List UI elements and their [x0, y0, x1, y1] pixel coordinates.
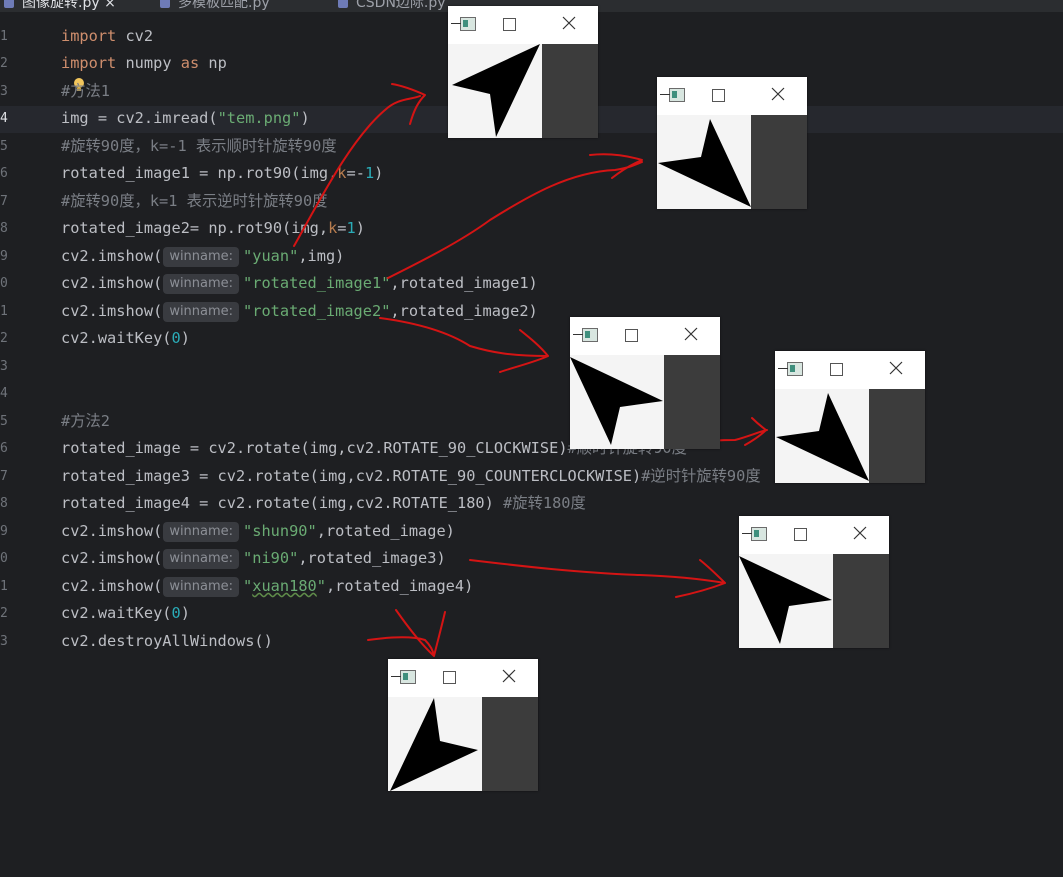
line-number-current: 4	[0, 111, 8, 126]
window-rotated-image1[interactable]	[657, 77, 807, 209]
maximize-icon[interactable]	[625, 329, 638, 342]
code-line[interactable]: cv2.imshow(winname: "ni90",rotated_image3…	[61, 545, 446, 572]
line-number: 9	[0, 524, 8, 539]
maximize-icon[interactable]	[830, 363, 843, 376]
line-number: 2	[0, 606, 8, 621]
window-image	[388, 697, 538, 791]
parameter-hint: winname:	[163, 247, 240, 267]
code-line[interactable]: #方法2	[61, 408, 110, 435]
code-line[interactable]: rotated_image1 = np.rot90(img,k=-1)	[61, 160, 383, 187]
line-number: 4	[0, 386, 8, 401]
line-number: 7	[0, 194, 8, 209]
code-line[interactable]: rotated_image2= np.rot90(img,k=1)	[61, 215, 365, 242]
code-line[interactable]: import numpy as np	[61, 50, 227, 77]
arrow-to-win-xuan180	[367, 609, 446, 657]
window-shun90[interactable]	[775, 351, 925, 483]
line-number: 3	[0, 359, 8, 374]
line-number: 1	[0, 304, 8, 319]
code-line[interactable]: cv2.imshow(winname: "shun90",rotated_imag…	[61, 518, 455, 545]
parameter-hint: winname:	[163, 577, 240, 597]
python-file-icon	[160, 0, 170, 8]
line-number: 8	[0, 221, 8, 236]
arrow-to-win-rotated-image2	[379, 317, 549, 373]
code-line[interactable]: cv2.imshow(winname: "xuan180",rotated_ima…	[61, 573, 473, 600]
close-icon[interactable]	[852, 525, 868, 541]
code-line[interactable]: rotated_image4 = cv2.rotate(img,cv2.ROTA…	[61, 490, 586, 517]
code-line[interactable]: #旋转90度，k=-1 表示顺时针旋转90度	[61, 133, 337, 160]
window-image	[775, 389, 925, 483]
window-image	[739, 554, 889, 648]
window-image	[657, 115, 807, 209]
window-image	[570, 355, 720, 449]
close-icon[interactable]	[683, 326, 699, 342]
code-line[interactable]: cv2.destroyAllWindows()	[61, 628, 273, 655]
parameter-hint: winname:	[163, 522, 240, 542]
tab-multi-template[interactable]: 多模板匹配.py	[160, 0, 270, 12]
line-number: 3	[0, 634, 8, 649]
close-icon[interactable]	[770, 86, 786, 102]
line-number: 2	[0, 56, 8, 71]
code-line[interactable]: import cv2	[61, 23, 153, 50]
line-number: 2	[0, 331, 8, 346]
line-number: 5	[0, 414, 8, 429]
window-titlebar[interactable]	[448, 6, 598, 44]
line-number: 5	[0, 139, 8, 154]
line-number: 6	[0, 166, 8, 181]
opencv-window-icon	[742, 527, 767, 541]
line-number: 9	[0, 249, 8, 264]
close-icon[interactable]	[561, 15, 577, 31]
window-titlebar[interactable]	[570, 317, 720, 355]
line-number: 8	[0, 496, 8, 511]
code-line[interactable]: cv2.imshow(winname: "yuan",img)	[61, 243, 344, 270]
code-line[interactable]: cv2.waitKey(0)	[61, 600, 190, 627]
window-image	[448, 44, 598, 138]
parameter-hint: winname:	[163, 302, 240, 322]
window-rotated-image2[interactable]	[570, 317, 720, 449]
python-file-icon	[338, 0, 348, 8]
opencv-window-icon	[391, 670, 416, 684]
python-file-icon	[4, 0, 14, 8]
tab-csdn[interactable]: CSDN边际.py	[338, 0, 446, 12]
line-number: 6	[0, 441, 8, 456]
close-icon[interactable]	[888, 360, 904, 376]
code-line[interactable]: #旋转90度，k=1 表示逆时针旋转90度	[61, 188, 327, 215]
window-yuan[interactable]	[448, 6, 598, 138]
close-icon[interactable]	[501, 668, 517, 684]
code-line[interactable]: rotated_image3 = cv2.rotate(img,cv2.ROTA…	[61, 463, 761, 490]
parameter-hint: winname:	[163, 274, 240, 294]
maximize-icon[interactable]	[503, 18, 516, 31]
arrow-to-win-rotated-image1	[387, 153, 643, 279]
line-number: 1	[0, 29, 8, 44]
parameter-hint: winname:	[163, 549, 240, 569]
line-number: 1	[0, 579, 8, 594]
code-line-current[interactable]: img = cv2.imread("tem.png")	[61, 105, 310, 132]
arrow-to-win-ni90	[469, 559, 726, 598]
opencv-window-icon	[778, 362, 803, 376]
maximize-icon[interactable]	[443, 671, 456, 684]
tab-image-rotate[interactable]: 图像旋转.py ×	[4, 0, 116, 12]
opencv-window-icon	[660, 88, 685, 102]
window-xuan180[interactable]	[388, 659, 538, 791]
maximize-icon[interactable]	[712, 89, 725, 102]
line-number: 7	[0, 469, 8, 484]
line-number: 3	[0, 84, 8, 99]
code-line[interactable]: cv2.waitKey(0)	[61, 325, 190, 352]
typo-warning: xuan180	[252, 577, 317, 595]
window-titlebar[interactable]	[775, 351, 925, 389]
maximize-icon[interactable]	[794, 528, 807, 541]
window-titlebar[interactable]	[739, 516, 889, 554]
code-line[interactable]: cv2.imshow(winname: "rotated_image1",rota…	[61, 270, 538, 297]
opencv-window-icon	[573, 328, 598, 342]
window-titlebar[interactable]	[388, 659, 538, 697]
opencv-window-icon	[451, 17, 476, 31]
window-titlebar[interactable]	[657, 77, 807, 115]
code-line[interactable]: #方法1	[61, 78, 110, 105]
code-line[interactable]: cv2.imshow(winname: "rotated_image2",rota…	[61, 298, 538, 325]
window-ni90[interactable]	[739, 516, 889, 648]
line-number: 0	[0, 276, 8, 291]
line-number: 0	[0, 551, 8, 566]
